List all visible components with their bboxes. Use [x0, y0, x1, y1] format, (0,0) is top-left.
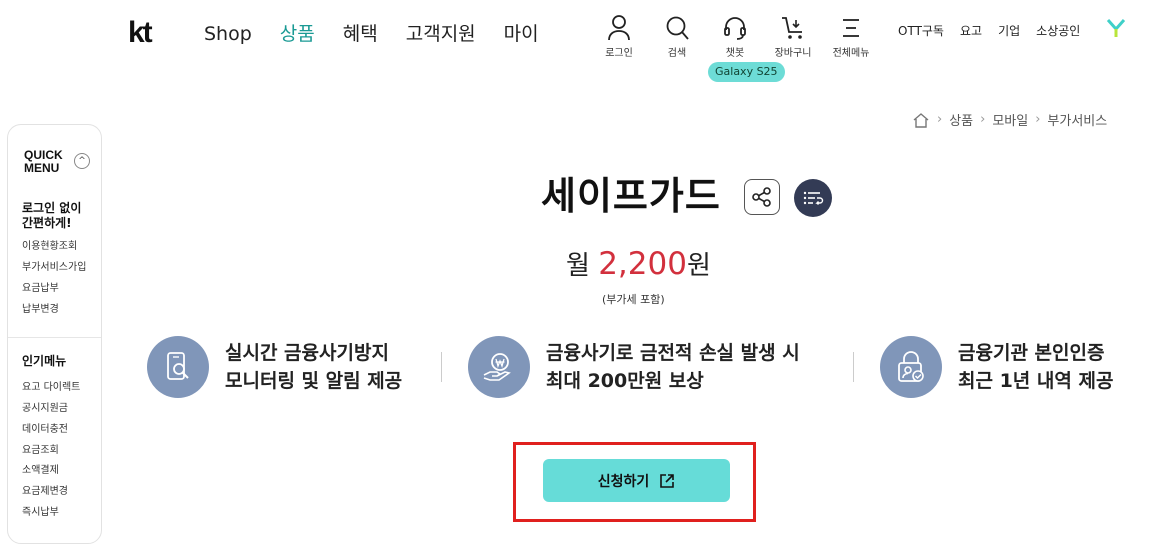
feature-icon-circle	[147, 336, 209, 398]
main-nav: Shop 상품 혜택 고객지원 마이	[204, 22, 539, 46]
chevron-right-icon: ›	[980, 112, 986, 127]
link-yogo[interactable]: 요고	[960, 22, 982, 40]
breadcrumb-item[interactable]: 부가서비스	[1047, 110, 1107, 129]
right-links: OTT구독 요고 기업 소상공인	[898, 22, 1080, 40]
apply-label: 신청하기	[597, 473, 650, 490]
cart-button[interactable]: 장바구니	[764, 14, 822, 59]
feature-icon-circle	[468, 336, 530, 398]
popular-item[interactable]: 요고 다이렉트	[22, 381, 80, 395]
feature-item: 금융기관 본인인증 최근 1년 내역 제공	[880, 336, 1113, 398]
page-title: 세이프가드	[541, 174, 721, 218]
chatbot-button[interactable]: 챗봇	[706, 14, 764, 59]
quick-item-payment[interactable]: 요금납부	[22, 282, 59, 296]
quick-menu: QUICK MENU ^ 로그인 없이 간편하게! 이용현황조회 부가서비스가입…	[7, 124, 102, 544]
popular-menu-title: 인기메뉴	[22, 354, 67, 368]
search-icon	[666, 16, 689, 40]
breadcrumb-item[interactable]: 상품	[949, 110, 973, 129]
popular-item[interactable]: 공시지원금	[22, 402, 68, 416]
login-label: 로그인	[605, 48, 633, 59]
kt-logo[interactable]: kt	[128, 18, 153, 48]
search-label: 검색	[667, 48, 687, 59]
share-icon	[752, 187, 771, 207]
list-return-icon	[803, 191, 824, 205]
quick-item-usage[interactable]: 이용현황조회	[22, 240, 77, 254]
chevron-right-icon: ›	[937, 112, 943, 127]
popular-item[interactable]: 즉시납부	[22, 506, 59, 520]
quick-menu-title: QUICK MENU	[24, 148, 63, 175]
feature-text: 실시간 금융사기방지 모니터링 및 알림 제공	[225, 342, 403, 392]
galaxy-chip[interactable]: Galaxy S25	[708, 62, 785, 82]
headset-icon	[724, 17, 746, 40]
won-coin-hand-icon	[483, 353, 511, 381]
popular-item[interactable]: 요금조회	[22, 444, 59, 458]
all-menu-button[interactable]: 전체메뉴	[822, 14, 880, 59]
quick-menu-toggle[interactable]: ^	[74, 153, 90, 169]
utility-menu: 로그인 검색 챗봇 장바구니 전체메뉴	[590, 14, 880, 59]
popular-item[interactable]: 데이터충전	[22, 423, 68, 437]
link-ott[interactable]: OTT구독	[898, 22, 944, 40]
chatbot-label: 챗봇	[725, 48, 745, 59]
cart-label: 장바구니	[774, 48, 812, 59]
nav-support[interactable]: 고객지원	[406, 22, 476, 46]
price-suffix: 원	[686, 251, 711, 281]
price: 월 2,200원	[566, 246, 711, 284]
feature-text: 금융사기로 금전적 손실 발생 시 최대 200만원 보상	[546, 342, 800, 392]
quick-section-title: 로그인 없이	[22, 201, 82, 215]
price-value: 2,200	[598, 246, 687, 282]
vat-note: (부가세 포함)	[602, 293, 665, 306]
search-button[interactable]: 검색	[648, 14, 706, 59]
link-small-business[interactable]: 소상공인	[1036, 22, 1080, 40]
all-menu-label: 전체메뉴	[832, 48, 870, 59]
nav-product[interactable]: 상품	[280, 22, 315, 46]
menu-icon	[843, 19, 859, 37]
feature-item: 실시간 금융사기방지 모니터링 및 알림 제공	[147, 336, 402, 398]
quick-item-payment-change[interactable]: 납부변경	[22, 303, 59, 317]
feature-divider	[853, 352, 854, 382]
popular-item[interactable]: 소액결제	[22, 464, 59, 478]
cart-icon	[782, 17, 802, 39]
nav-benefit[interactable]: 혜택	[343, 22, 378, 46]
nav-my[interactable]: 마이	[504, 22, 539, 46]
popular-item[interactable]: 요금제변경	[22, 485, 68, 499]
home-icon[interactable]	[912, 112, 930, 128]
apply-button[interactable]: 신청하기	[543, 459, 730, 502]
list-button[interactable]	[794, 179, 832, 217]
breadcrumb-item[interactable]: 모바일	[992, 110, 1028, 129]
share-button[interactable]	[744, 179, 780, 215]
login-button[interactable]: 로그인	[590, 14, 648, 59]
feature-text: 금융기관 본인인증 최근 1년 내역 제공	[958, 342, 1114, 392]
y-brand-icon[interactable]	[1106, 18, 1126, 38]
chevron-right-icon: ›	[1035, 112, 1041, 127]
quick-item-addon[interactable]: 부가서비스가입	[22, 261, 86, 275]
breadcrumb: › 상품 › 모바일 › 부가서비스	[912, 110, 1107, 129]
phone-search-icon	[167, 352, 189, 380]
link-enterprise[interactable]: 기업	[998, 22, 1020, 40]
feature-item: 금융사기로 금전적 손실 발생 시 최대 200만원 보상	[468, 336, 800, 398]
feature-divider	[441, 352, 442, 382]
quick-section-subtitle: 간편하게!	[22, 216, 72, 230]
price-prefix: 월	[566, 251, 599, 281]
quick-divider	[8, 337, 101, 338]
lock-user-icon	[898, 351, 924, 382]
nav-shop[interactable]: Shop	[204, 22, 252, 46]
person-icon	[608, 15, 630, 41]
external-link-icon	[660, 473, 675, 488]
feature-icon-circle	[880, 336, 942, 398]
